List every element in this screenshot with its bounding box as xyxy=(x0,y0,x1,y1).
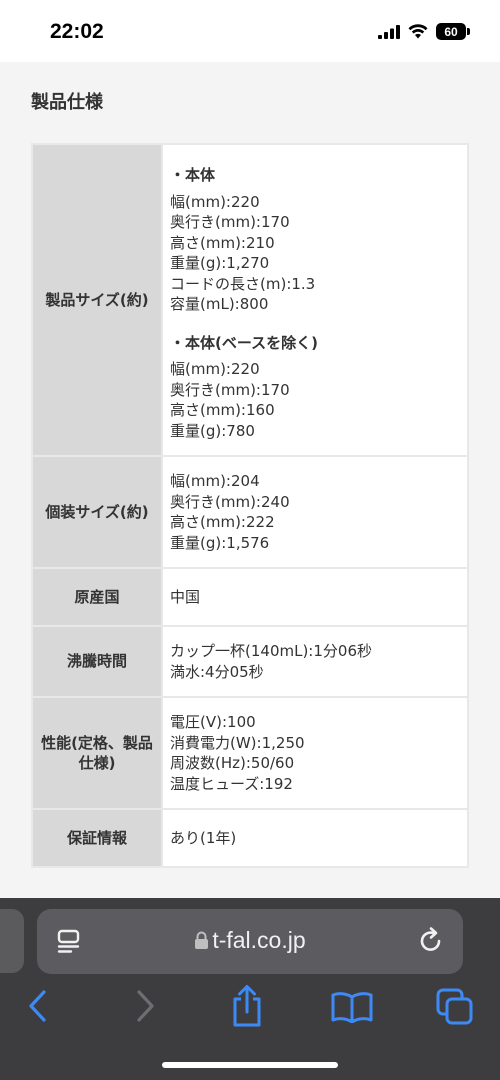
spec-line: 高さ(mm):160 xyxy=(170,401,275,419)
row-value: 中国 xyxy=(161,567,469,627)
spec-line: 中国 xyxy=(170,587,201,606)
spec-line: 奥行き(mm):240 xyxy=(170,492,290,511)
row-value: 幅(mm):204 奥行き(mm):240 高さ(mm):222 重量(g):1… xyxy=(161,455,469,569)
url-display[interactable]: t-fal.co.jp xyxy=(37,927,463,954)
share-icon[interactable] xyxy=(229,984,265,1028)
table-row: 保証情報 あり(1年) xyxy=(31,808,469,868)
previous-tab-preview[interactable] xyxy=(0,909,24,973)
group-heading: ・本体(ベースを除く) xyxy=(170,333,318,352)
group-heading: ・本体 xyxy=(170,166,216,184)
address-bar[interactable]: t-fal.co.jp xyxy=(37,909,463,974)
row-label: 性能(定格、製品仕様) xyxy=(31,696,163,810)
row-label: 保証情報 xyxy=(31,808,163,868)
spec-line: 消費電力(W):1,250 xyxy=(170,733,305,752)
spec-line: 重量(g):1,270 xyxy=(170,254,270,272)
spec-line: 高さ(mm):222 xyxy=(170,513,275,531)
browser-toolbar: t-fal.co.jp xyxy=(0,898,500,1080)
reload-icon[interactable] xyxy=(417,926,445,956)
table-row: 沸騰時間 カップ一杯(140mL):1分06秒 満水:4分05秒 xyxy=(31,625,469,698)
bookmarks-icon[interactable] xyxy=(331,991,373,1023)
spec-table: 製品サイズ(約) ・本体 幅(mm):220 奥行き(mm):170 高さ(mm… xyxy=(31,143,469,868)
table-row: 原産国 中国 xyxy=(31,567,469,627)
spec-line: 容量(mL):800 xyxy=(170,295,269,313)
row-value: 電圧(V):100 消費電力(W):1,250 周波数(Hz):50/60 温度… xyxy=(161,696,469,810)
row-value: カップ一杯(140mL):1分06秒 満水:4分05秒 xyxy=(161,625,469,698)
spec-line: 高さ(mm):210 xyxy=(170,233,275,252)
spec-line: 周波数(Hz):50/60 xyxy=(170,754,295,772)
table-row: 性能(定格、製品仕様) 電圧(V):100 消費電力(W):1,250 周波数(… xyxy=(31,696,469,810)
table-row: 個装サイズ(約) 幅(mm):204 奥行き(mm):240 高さ(mm):22… xyxy=(31,455,469,569)
wifi-icon xyxy=(408,24,428,39)
forward-icon[interactable] xyxy=(132,989,158,1023)
spec-line: 満水:4分05秒 xyxy=(170,662,264,681)
spec-line: 奥行き(mm):170 xyxy=(170,213,290,231)
spec-line: 幅(mm):204 xyxy=(170,472,260,490)
spec-line: 温度ヒューズ:192 xyxy=(170,774,293,793)
row-value: あり(1年) xyxy=(161,808,469,868)
tabs-icon[interactable] xyxy=(436,988,474,1026)
section-title: 製品仕様 xyxy=(31,92,103,113)
spec-line: 電圧(V):100 xyxy=(170,713,256,731)
spec-line: 幅(mm):220 xyxy=(170,360,260,378)
battery-icon: 60 xyxy=(436,23,470,40)
table-row: 製品サイズ(約) ・本体 幅(mm):220 奥行き(mm):170 高さ(mm… xyxy=(31,143,469,457)
back-icon[interactable] xyxy=(25,989,51,1023)
spec-line: 幅(mm):220 xyxy=(170,192,260,211)
row-label: 原産国 xyxy=(31,567,163,627)
row-label: 沸騰時間 xyxy=(31,625,163,698)
spec-line: コードの長さ(m):1.3 xyxy=(170,274,316,293)
row-label: 個装サイズ(約) xyxy=(31,455,163,569)
status-time: 22:02 xyxy=(50,20,104,43)
status-icons: 60 xyxy=(378,23,470,40)
spec-line: 重量(g):1,576 xyxy=(170,533,270,552)
url-text: t-fal.co.jp xyxy=(212,927,306,953)
row-value: ・本体 幅(mm):220 奥行き(mm):170 高さ(mm):210 重量(… xyxy=(161,143,469,457)
spec-line: カップ一杯(140mL):1分06秒 xyxy=(170,642,372,660)
lock-icon xyxy=(195,931,209,949)
spec-line: あり(1年) xyxy=(170,828,237,847)
spec-line: 重量(g):780 xyxy=(170,421,255,440)
status-bar: 22:02 60 xyxy=(0,0,500,62)
home-indicator[interactable] xyxy=(162,1062,338,1068)
spec-line: 奥行き(mm):170 xyxy=(170,380,290,399)
row-label: 製品サイズ(約) xyxy=(31,143,163,457)
cellular-signal-icon xyxy=(378,24,400,39)
